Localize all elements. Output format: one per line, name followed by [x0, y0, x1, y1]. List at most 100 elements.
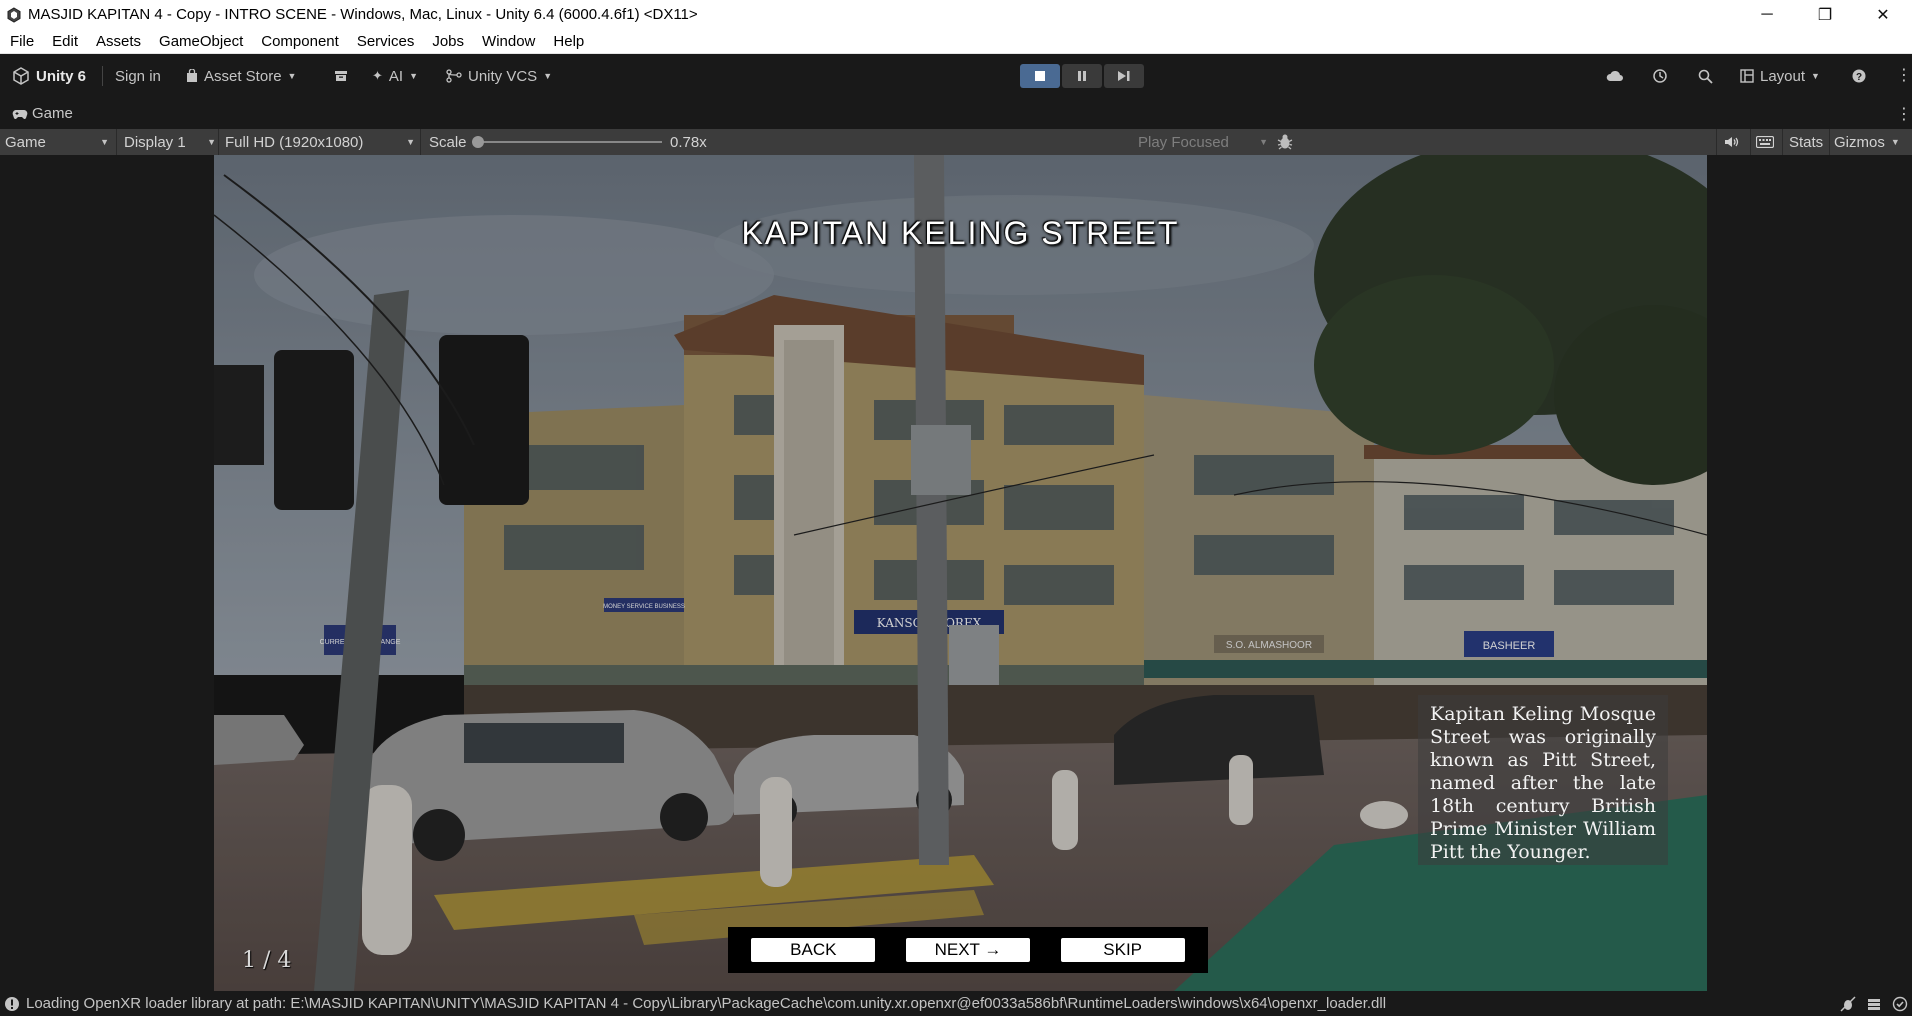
info-icon — [5, 996, 19, 1011]
asset-store-button[interactable]: Asset Store ▼ — [186, 54, 296, 98]
chevron-down-icon: ▼ — [1890, 137, 1900, 147]
ai-button[interactable]: ✦ AI ▼ — [372, 54, 418, 98]
play-stop-button[interactable] — [1020, 64, 1060, 88]
unity-vcs-label: Unity VCS — [468, 67, 538, 85]
tab-options-button[interactable]: ⋮ — [1896, 98, 1912, 129]
sparkle-icon: ✦ — [372, 68, 383, 83]
unity-cube-icon — [13, 67, 29, 85]
step-button[interactable] — [1104, 64, 1144, 88]
scene-render[interactable]: KANSON FOREX S.O. ALMASHOOR BASHEER CURR… — [214, 155, 1707, 991]
more-options-button[interactable]: ⋮ — [1896, 54, 1912, 98]
menu-assets[interactable]: Assets — [86, 33, 149, 50]
view-mode-dropdown[interactable]: Game ▼ — [5, 129, 109, 155]
cache-server-icon[interactable] — [1866, 996, 1882, 1012]
back-button[interactable]: BACK — [751, 938, 876, 962]
shopping-bag-icon — [187, 69, 197, 82]
chevron-down-icon: ▼ — [287, 71, 297, 81]
debug-mode-icon[interactable] — [1840, 995, 1856, 1012]
sign-in-label: Sign in — [115, 67, 161, 85]
toolbar-separator — [218, 129, 219, 155]
sign-in-button[interactable]: Sign in — [115, 54, 161, 98]
menu-gameobject[interactable]: GameObject — [149, 33, 251, 50]
gamepad-icon — [12, 109, 28, 119]
toolbar-divider — [102, 66, 103, 86]
close-button[interactable]: ✕ — [1854, 0, 1912, 29]
resolution-dropdown[interactable]: Full HD (1920x1080) ▼ — [225, 129, 415, 155]
tab-game[interactable]: Game — [12, 98, 73, 129]
display-dropdown[interactable]: Display 1 ▼ — [124, 129, 216, 155]
gizmos-label: Gizmos — [1834, 133, 1885, 151]
package-button[interactable] — [334, 54, 348, 98]
pause-button[interactable] — [1062, 64, 1102, 88]
play-mode-label: Play Focused — [1138, 133, 1229, 151]
kebab-menu-icon: ⋮ — [1896, 67, 1912, 84]
check-circle-icon[interactable] — [1892, 996, 1908, 1012]
pause-icon — [1078, 71, 1086, 81]
game-tab-bar: Game ⋮ — [0, 98, 1912, 129]
play-controls — [1020, 64, 1144, 88]
toolbar-separator — [1782, 129, 1783, 155]
status-bar: Loading OpenXR loader library at path: E… — [0, 991, 1912, 1016]
toolbar-separator — [1750, 129, 1751, 155]
cloud-button[interactable] — [1606, 54, 1624, 98]
maximize-button[interactable]: ❐ — [1796, 0, 1854, 29]
game-view-toolbar: Game ▼ Display 1 ▼ Full HD (1920x1080) ▼… — [0, 129, 1912, 155]
chevron-down-icon: ▼ — [543, 71, 553, 81]
status-message[interactable]: Loading OpenXR loader library at path: E… — [26, 995, 1840, 1012]
chevron-down-icon: ▼ — [406, 137, 415, 147]
resolution-label: Full HD (1920x1080) — [225, 133, 364, 151]
gizmos-dropdown[interactable]: Gizmos ▼ — [1834, 129, 1900, 155]
menu-help[interactable]: Help — [543, 33, 592, 50]
window-title-bar: MASJID KAPITAN 4 - Copy - INTRO SCENE - … — [0, 0, 1912, 29]
scene-navigation-bar: BACK NEXT → SKIP — [728, 927, 1208, 973]
history-button[interactable] — [1652, 54, 1668, 98]
archive-box-icon — [335, 71, 347, 81]
keyboard-shortcuts-button[interactable] — [1756, 129, 1774, 155]
scale-slider-track[interactable] — [478, 141, 662, 143]
menu-component[interactable]: Component — [251, 33, 347, 50]
page-indicator: 1 / 4 — [242, 948, 292, 973]
info-text-panel: Kapitan Keling Mosque Street was origina… — [1418, 695, 1668, 865]
next-button[interactable]: NEXT → — [905, 938, 1030, 962]
street-photo: KANSON FOREX S.O. ALMASHOOR BASHEER CURR… — [214, 155, 1707, 991]
main-toolbar: Unity 6 Sign in Asset Store ▼ ✦ AI ▼ Uni… — [0, 54, 1912, 98]
toolbar-separator — [420, 129, 421, 155]
history-icon — [1653, 69, 1667, 83]
search-icon — [1698, 69, 1713, 84]
unity-account-button[interactable]: Unity 6 — [12, 54, 86, 98]
stop-icon — [1035, 71, 1045, 81]
game-viewport[interactable]: KANSON FOREX S.O. ALMASHOOR BASHEER CURR… — [0, 155, 1912, 991]
scale-label: Scale — [429, 133, 467, 151]
search-button[interactable] — [1698, 54, 1713, 98]
menu-window[interactable]: Window — [472, 33, 543, 50]
kebab-menu-icon: ⋮ — [1896, 105, 1912, 123]
svg-text:?: ? — [1856, 72, 1862, 83]
menu-file[interactable]: File — [0, 33, 42, 50]
chevron-down-icon: ▼ — [100, 137, 109, 147]
unity-version-label: Unity 6 — [36, 67, 87, 85]
scale-value: 0.78x — [670, 133, 707, 151]
scale-slider-thumb[interactable] — [472, 136, 484, 148]
layout-icon — [1740, 69, 1754, 83]
menu-jobs[interactable]: Jobs — [422, 33, 472, 50]
toolbar-separator — [116, 129, 117, 155]
window-title: MASJID KAPITAN 4 - Copy - INTRO SCENE - … — [28, 6, 698, 23]
help-icon: ? — [1852, 69, 1866, 83]
scene-title: KAPITAN KELING STREET — [741, 215, 1180, 251]
minimize-button[interactable]: ─ — [1738, 0, 1796, 29]
help-button[interactable]: ? — [1852, 54, 1866, 98]
mute-audio-button[interactable] — [1724, 129, 1740, 155]
play-mode-dropdown[interactable]: Play Focused ▼ — [1138, 129, 1268, 155]
menu-edit[interactable]: Edit — [42, 33, 86, 50]
layout-dropdown[interactable]: Layout ▼ — [1740, 54, 1820, 98]
chevron-down-icon: ▼ — [1811, 71, 1820, 81]
debug-button[interactable] — [1276, 129, 1294, 155]
menu-services[interactable]: Services — [347, 33, 423, 50]
view-mode-label: Game — [5, 133, 46, 151]
speaker-icon — [1725, 137, 1739, 147]
ai-label: AI — [388, 67, 404, 85]
unity-vcs-button[interactable]: Unity VCS ▼ — [446, 54, 552, 98]
skip-button[interactable]: SKIP — [1060, 938, 1185, 962]
layout-label: Layout — [1760, 67, 1806, 85]
stats-button[interactable]: Stats — [1789, 129, 1823, 155]
